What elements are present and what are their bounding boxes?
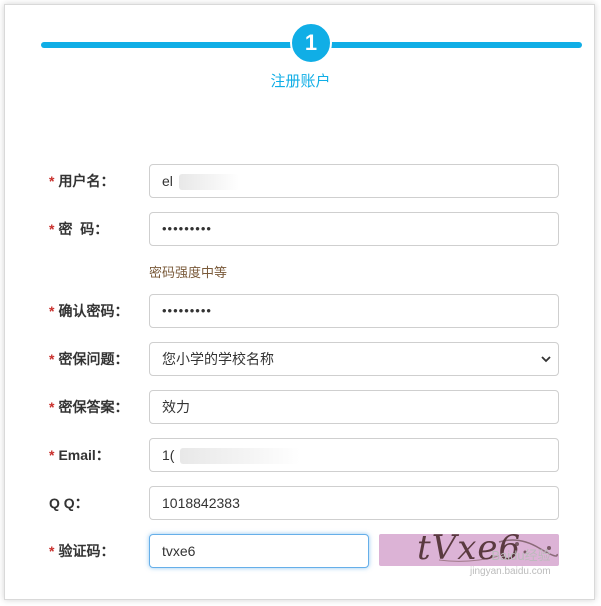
username-input[interactable]: el: [149, 164, 559, 198]
password-input[interactable]: •••••••••: [149, 212, 559, 246]
confirm-password-label: * 确认密码：: [49, 303, 129, 319]
captcha-input[interactable]: tvxe6: [149, 534, 369, 568]
qq-label: Q Q：: [49, 495, 89, 511]
security-question-select[interactable]: 您小学的学校名称: [149, 342, 559, 376]
step-label: 注册账户: [270, 73, 331, 90]
email-row: * Email： 1(: [0, 438, 601, 472]
qq-input[interactable]: 1018842383: [149, 486, 559, 520]
password-label: * 密 码：: [49, 221, 109, 237]
required-mark: *: [49, 173, 55, 189]
captcha-label: * 验证码：: [49, 543, 115, 559]
step-number-badge: 1: [290, 22, 332, 64]
security-answer-label: * 密保答案：: [49, 399, 129, 415]
security-answer-input[interactable]: 效力: [149, 390, 559, 424]
security-question-label: * 密保问题：: [49, 351, 129, 367]
email-label: * Email：: [49, 447, 110, 463]
security-answer-row: * 密保答案： 效力: [0, 390, 601, 424]
watermark: Baidu经验 jingyan.baidu.com: [470, 548, 551, 577]
username-row: * 用户名： el: [0, 164, 601, 198]
username-label: * 用户名：: [49, 173, 115, 189]
email-input[interactable]: 1(: [149, 438, 559, 472]
redacted-text: [178, 174, 239, 191]
qq-row: Q Q： 1018842383: [0, 486, 601, 520]
security-question-row: * 密保问题： 您小学的学校名称: [0, 342, 601, 376]
password-row: * 密 码： •••••••••: [0, 212, 601, 246]
confirm-password-row: * 确认密码： •••••••••: [0, 294, 601, 328]
confirm-password-input[interactable]: •••••••••: [149, 294, 559, 328]
redacted-text: [180, 448, 301, 465]
chevron-down-icon: [540, 353, 552, 365]
password-strength-hint: 密码强度中等: [149, 265, 228, 280]
